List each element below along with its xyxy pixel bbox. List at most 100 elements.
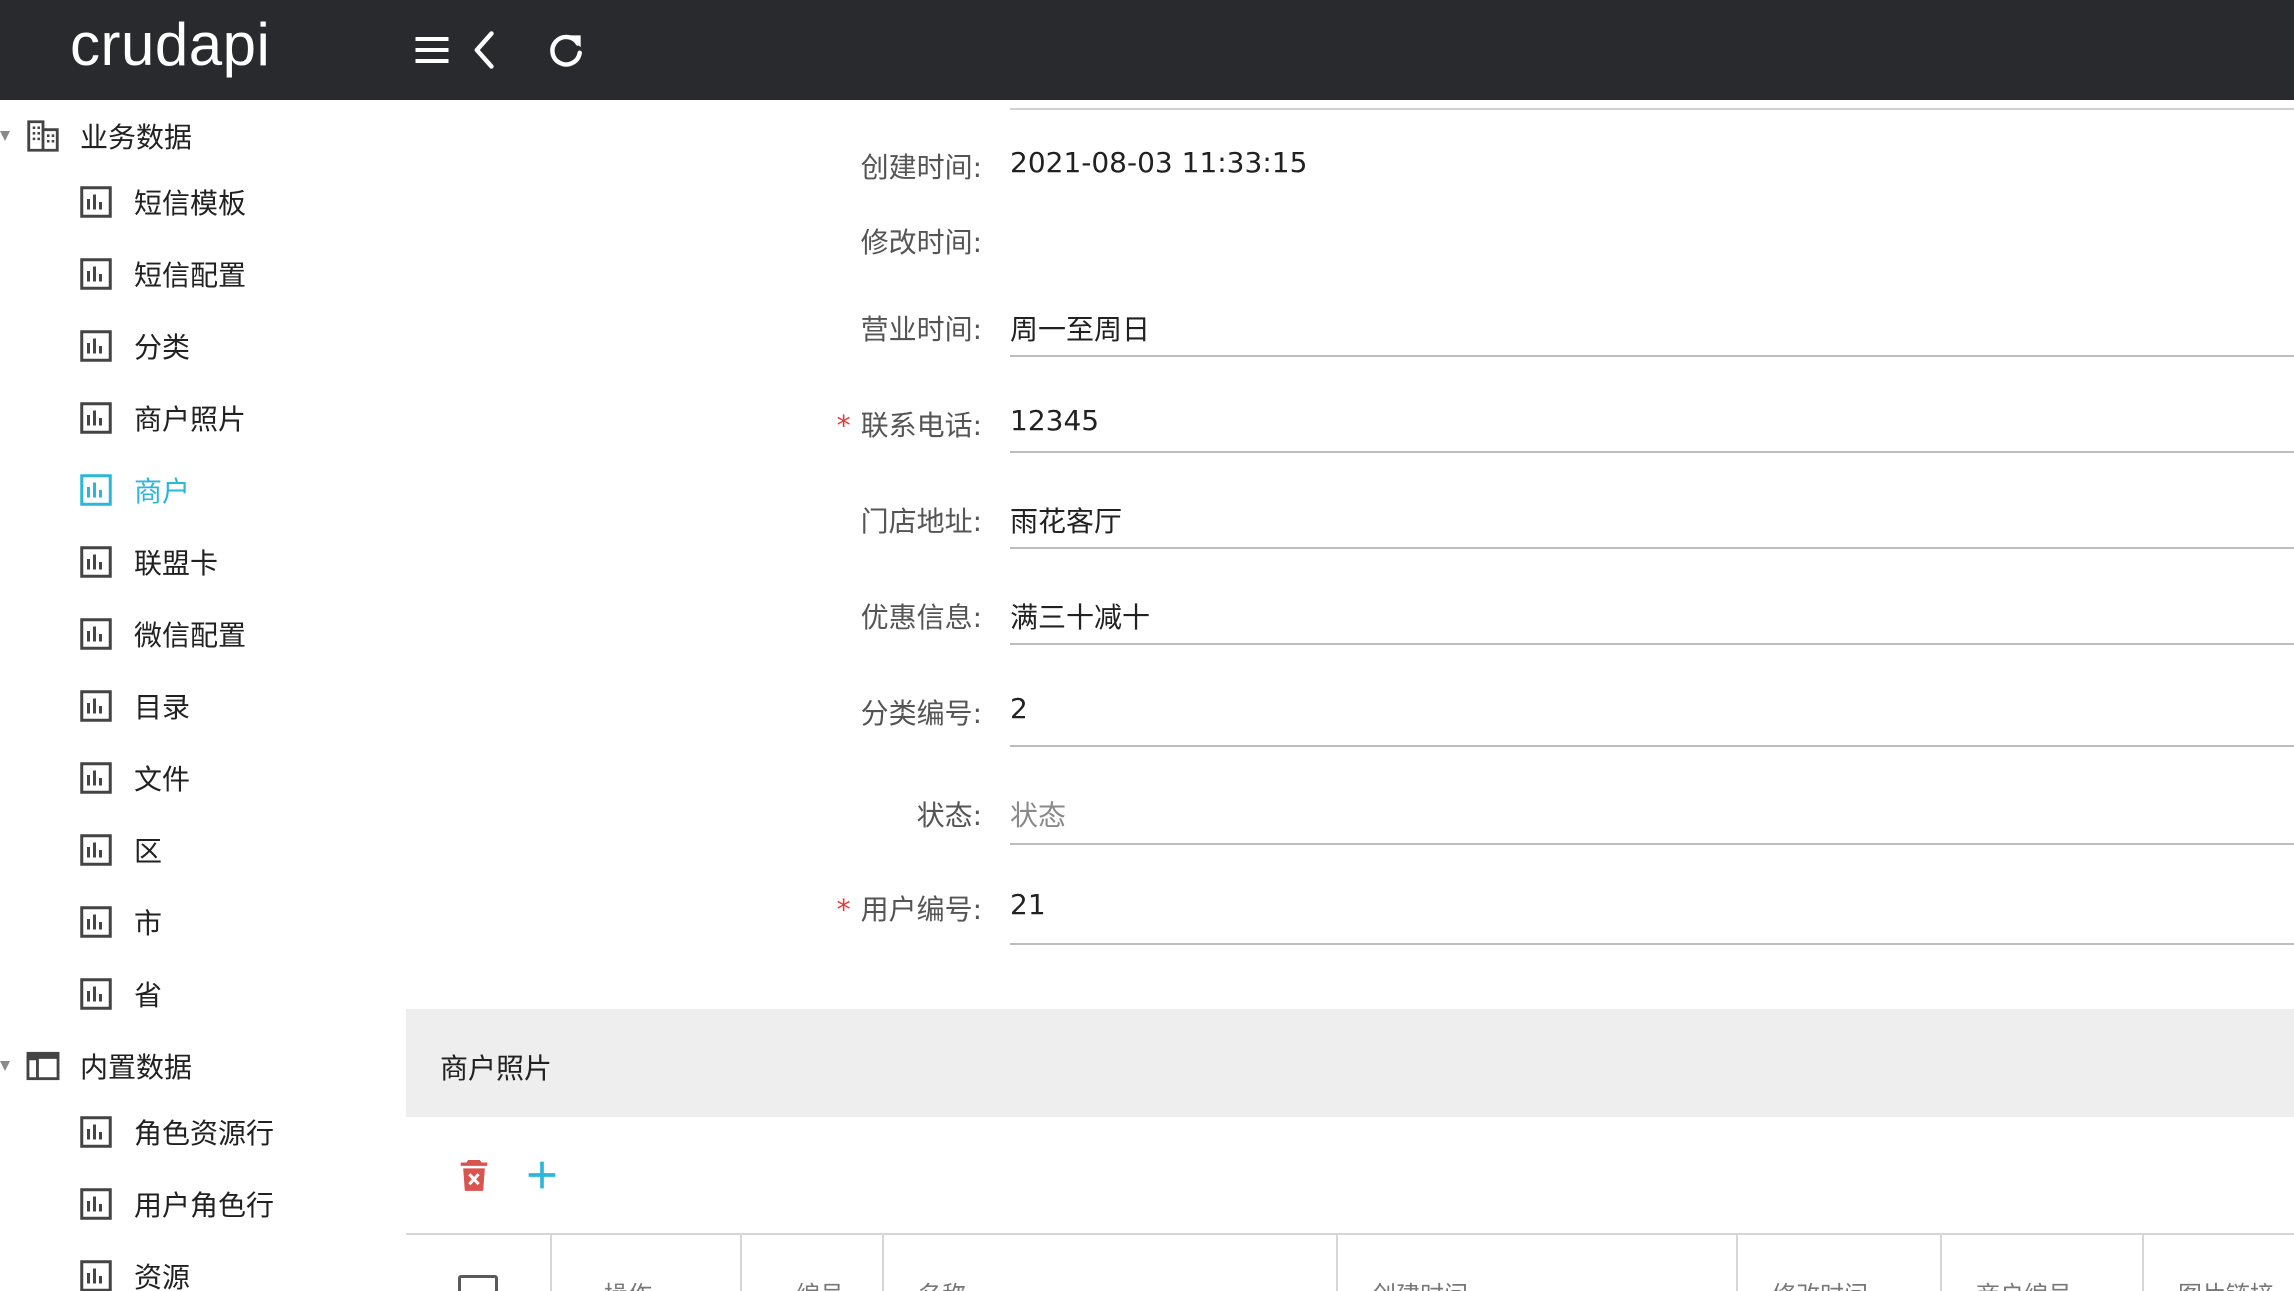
status-field[interactable]: 状态 [1010,794,1066,834]
sidebar-item-label: 分类 [134,331,191,364]
menu-icon[interactable] [406,24,458,76]
bar-chart-icon [80,834,112,866]
form-row-category-id: 分类编号: 2 [406,692,2294,772]
field-label: 状态: [916,799,982,832]
user-id-field[interactable]: 21 [1010,888,1046,921]
field-label: 营业时间: [860,313,982,346]
app-brand[interactable]: crudapi [70,10,270,79]
field-label: * 联系电话: [836,409,982,442]
sidebar-item-sms-config[interactable]: 短信配置 [0,244,376,304]
field-label: 门店地址: [860,505,982,538]
main-content: 创建时间: 2021-08-03 11:33:15 修改时间: 营业时间: 周一… [406,100,2294,1291]
column-header-label: 商户编号 [1976,1275,2072,1291]
column-select [406,1235,552,1291]
sidebar-item-sms-template[interactable]: 短信模板 [0,172,376,232]
subtable-header: 商户照片 [406,1009,2294,1117]
created-time-value: 2021-08-03 11:33:15 [1010,146,1308,179]
form-row-store-address: 门店地址: 雨花客厅 [406,500,2294,580]
sidebar-item-city[interactable]: 市 [0,892,376,952]
bar-chart-icon [80,546,112,578]
sidebar-item-role-resource[interactable]: 角色资源行 [0,1102,376,1162]
window-icon [26,1051,60,1081]
sidebar-group-business-data[interactable]: 业务数据 [0,106,376,166]
required-mark: * [836,893,851,926]
sidebar-group-builtin-data[interactable]: 内置数据 [0,1036,376,1096]
form-row-status: 状态: 状态 [406,794,2294,874]
column-header-label: 图片链接 [2178,1275,2274,1291]
sidebar-item-directory[interactable]: 目录 [0,676,376,736]
subtable-title: 商户照片 [440,1052,553,1085]
field-underline [1010,643,2294,645]
select-all-checkbox[interactable] [458,1275,498,1291]
sidebar-group-label: 内置数据 [80,1051,193,1084]
expand-caret-icon[interactable] [0,1061,10,1071]
add-icon[interactable] [518,1151,566,1199]
delete-icon[interactable] [450,1151,498,1199]
phone-field[interactable]: 12345 [1010,404,1099,437]
field-underline [1010,547,2294,549]
field-label: 分类编号: [860,697,982,730]
required-mark: * [836,409,851,442]
sidebar-item-merchant-photo[interactable]: 商户照片 [0,388,376,448]
bar-chart-icon [80,906,112,938]
sidebar-item-district[interactable]: 区 [0,820,376,880]
field-underline [1010,451,2294,453]
form-row-phone: * 联系电话: 12345 [406,404,2294,484]
sidebar-item-category[interactable]: 分类 [0,316,376,376]
form-row-modified-time: 修改时间: [406,221,2294,301]
column-header[interactable]: 操作 [552,1235,742,1291]
column-header[interactable]: 商户编号 [1942,1235,2144,1291]
bar-chart-icon [80,978,112,1010]
column-header[interactable]: 修改时间 [1738,1235,1942,1291]
top-app-bar: crudapi [0,0,2294,100]
sidebar-item-label: 角色资源行 [134,1117,275,1150]
building-icon [27,120,59,152]
bar-chart-icon [80,258,112,290]
field-underline [1010,355,2294,357]
sidebar-item-label: 微信配置 [134,619,247,652]
column-header-label: 编号 [796,1275,844,1291]
bar-chart-icon [80,402,112,434]
bar-chart-icon [80,330,112,362]
field-underline [1010,745,2294,747]
field-underline [1010,843,2294,845]
sidebar-item-alliance-card[interactable]: 联盟卡 [0,532,376,592]
sidebar-item-province[interactable]: 省 [0,964,376,1024]
sidebar-item-resource[interactable]: 资源 [0,1246,376,1291]
form-row-created-time: 创建时间: 2021-08-03 11:33:15 [406,146,2294,226]
business-hours-field[interactable]: 周一至周日 [1010,308,1150,348]
sidebar-item-label: 区 [134,835,163,868]
divider [1010,108,2294,110]
bar-chart-icon [80,618,112,650]
expand-caret-icon[interactable] [0,131,10,141]
column-header-label: 修改时间 [1772,1275,1868,1291]
bar-chart-icon [80,186,112,218]
field-label: 创建时间: [860,151,982,184]
store-address-field[interactable]: 雨花客厅 [1010,500,1122,540]
back-icon[interactable] [460,24,512,76]
sidebar-item-wechat-config[interactable]: 微信配置 [0,604,376,664]
bar-chart-icon [80,1188,112,1220]
form-row-user-id: * 用户编号: 21 [406,888,2294,968]
sidebar-item-label: 联盟卡 [134,547,219,580]
form-row-business-hours: 营业时间: 周一至周日 [406,308,2294,388]
sidebar-item-label: 商户 [134,475,191,508]
bar-chart-icon [80,474,112,506]
sidebar-item-label: 短信模板 [134,187,247,220]
field-label: * 用户编号: [836,893,982,926]
column-header[interactable]: 编号 [742,1235,884,1291]
sidebar-item-label: 省 [134,979,163,1012]
refresh-icon[interactable] [540,24,592,76]
bar-chart-icon [80,690,112,722]
column-header[interactable]: 图片链接 [2144,1235,2294,1291]
category-id-field[interactable]: 2 [1010,692,1028,725]
column-header[interactable]: 名称 [884,1235,1338,1291]
column-header-label: 名称 [918,1275,966,1291]
column-header[interactable]: 创建时间 [1338,1235,1738,1291]
sidebar-item-file[interactable]: 文件 [0,748,376,808]
sidebar-item-user-role[interactable]: 用户角色行 [0,1174,376,1234]
sidebar-item-label: 目录 [134,691,191,724]
sidebar-item-merchant[interactable]: 商户 [0,460,376,520]
form-row-discount: 优惠信息: 满三十减十 [406,596,2294,676]
discount-field[interactable]: 满三十减十 [1010,596,1150,636]
